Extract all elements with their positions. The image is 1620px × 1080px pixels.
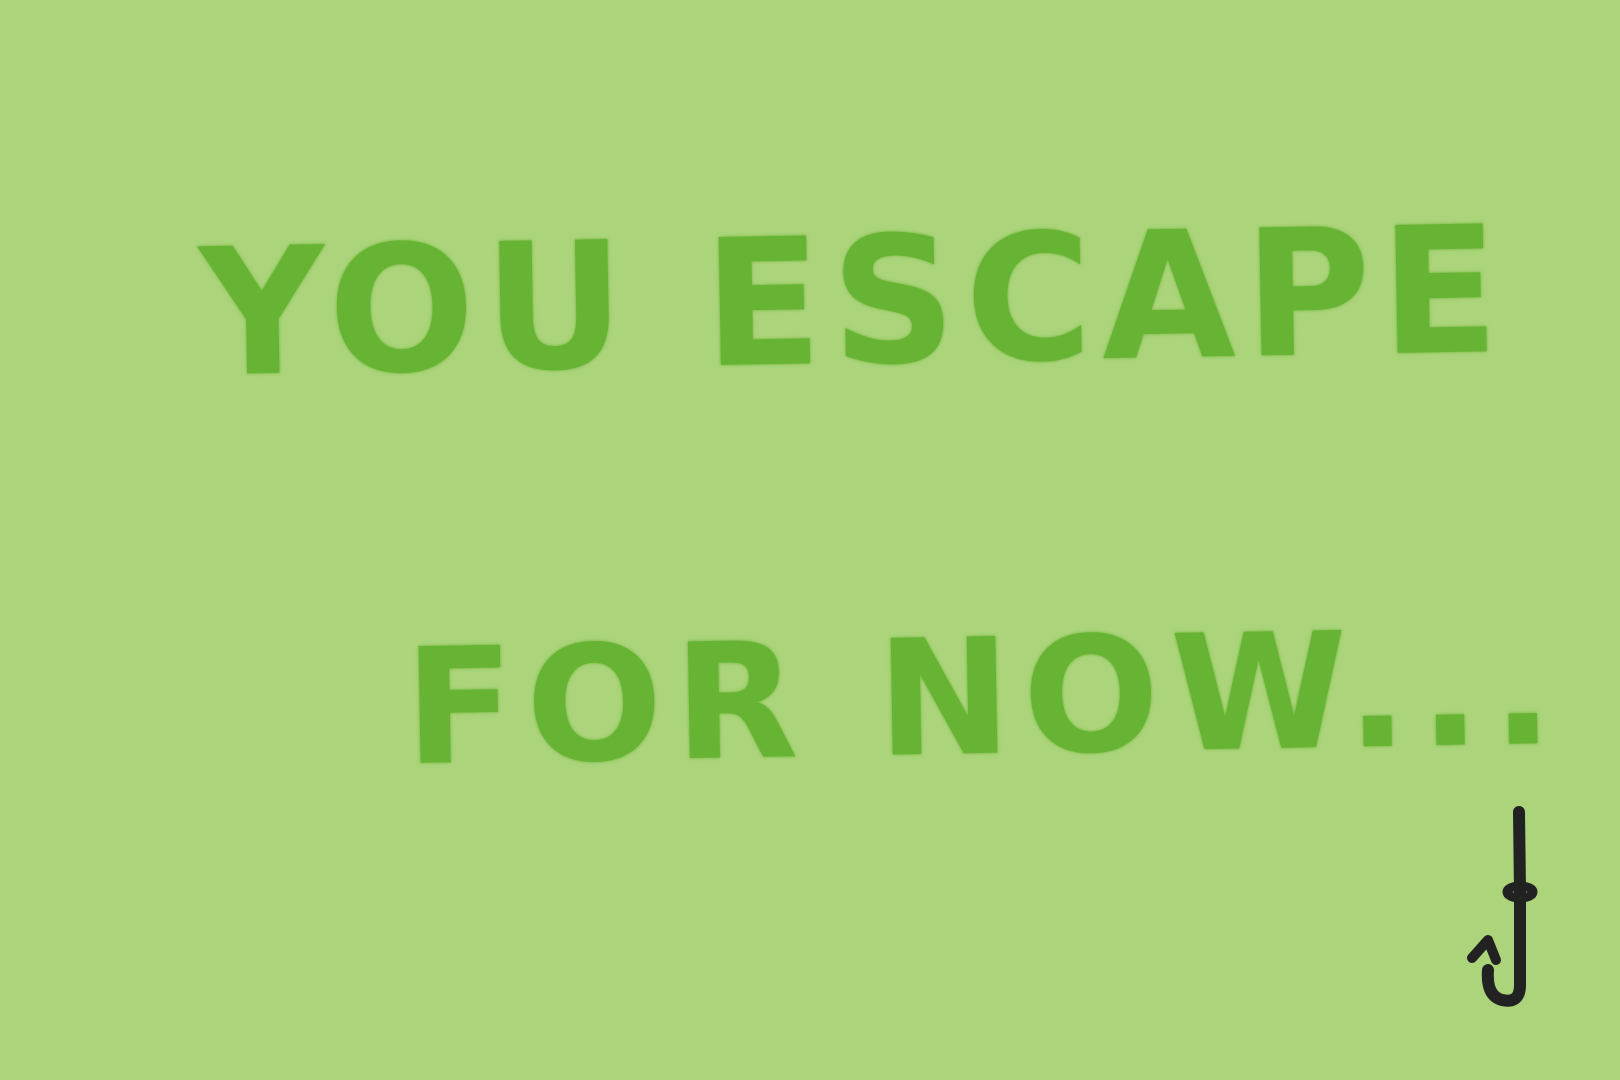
message-line-2: FOR NOW... — [403, 593, 1567, 801]
message-line-1: YOU ESCAPE — [198, 187, 1510, 416]
escape-screen: YOU ESCAPE FOR NOW... — [0, 0, 1620, 1080]
fishing-hook-icon — [1467, 806, 1538, 1007]
